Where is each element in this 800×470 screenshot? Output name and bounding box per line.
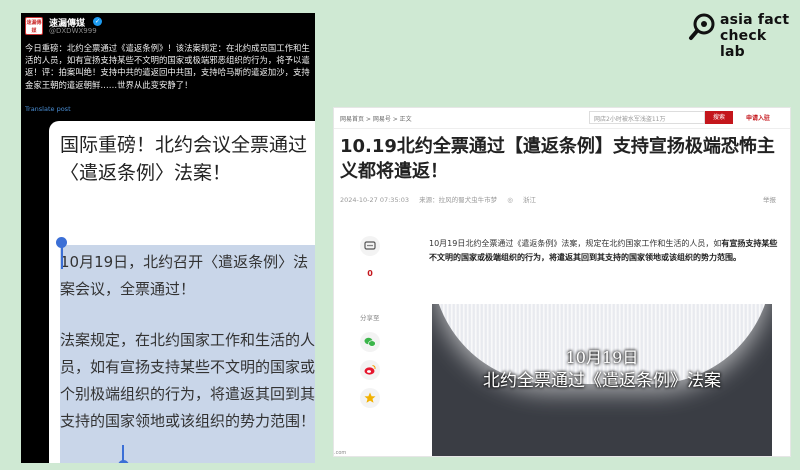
account-handle[interactable]: @DXDWX999 (49, 27, 97, 35)
header-divider (334, 128, 790, 129)
video-thumbnail[interactable]: 10月19日 北约全票通过《遣返条例》法案 (432, 304, 772, 456)
wechat-icon[interactable] (360, 332, 380, 352)
video-title-caption: 北约全票通过《遣返条例》法案 (483, 371, 721, 391)
comment-icon[interactable] (360, 236, 380, 256)
article-location: 浙江 (522, 196, 536, 204)
card-paragraph-2: 法案规定，在北约国家工作和生活的人员，如有宣扬支持某些不文明的国家或个别极端组织… (60, 331, 315, 430)
magnifier-check-icon (689, 13, 715, 40)
weibo-icon[interactable] (360, 360, 380, 380)
card-title: 国际重磅！北约会议全票通过〈遣返条例〉法案！ (60, 134, 308, 184)
article-source[interactable]: 来源：拉风的蜀犬虫牛市梦 (419, 196, 497, 204)
count-icon[interactable]: 0 (360, 264, 380, 284)
footer-url: .com (334, 450, 347, 456)
article-meta: 2024-10-27 07:35:03 来源：拉风的蜀犬虫牛市梦 ◎ 浙江 (340, 194, 780, 204)
publish-datetime: 2024-10-27 07:35:03 (340, 196, 410, 204)
location-icon: ◎ (507, 196, 513, 204)
star-icon[interactable] (360, 388, 380, 408)
selection-caret-start (61, 245, 63, 269)
tweet-image-card[interactable]: 国际重磅！北约会议全票通过〈遣返条例〉法案！ 10月19日，北约召开〈遣返条例〉… (49, 121, 315, 463)
brand-text: asia fact check lab (720, 12, 794, 60)
tweet-text: 今日重磅：北约全票通过《遣返条例》！该法案规定：在北约成员国工作和生活的人员，如… (25, 43, 310, 90)
video-date-caption: 10月19日 (565, 348, 639, 367)
search-input[interactable]: 网店2小时被水军浅盗11万 (589, 111, 705, 124)
search-button[interactable]: 搜索 (705, 111, 733, 124)
avatar[interactable]: 速漏傳媒 (25, 17, 43, 35)
report-link[interactable]: 举报 (763, 194, 776, 204)
article-screenshot: 网易首页 > 网易号 > 正文 网店2小时被水军浅盗11万 搜索 申请入驻 10… (333, 107, 791, 457)
asia-fact-check-lab-logo: asia fact check lab (688, 10, 794, 60)
apply-link[interactable]: 申请入驻 (746, 113, 770, 122)
brand-line-1: asia fact (720, 12, 790, 28)
article-lead: 10月19日北约全票通过《遣返条例》法案，规定在北约国家工作和生活的人员，如有宣… (429, 237, 779, 265)
brand-line-2: check lab (720, 28, 767, 60)
tweet-screenshot: 速漏傳媒 速漏傳媒 ✓ @DXDWX999 今日重磅：北约全票通过《遣返条例》！… (21, 13, 315, 463)
card-paragraph-1: 10月19日，北约召开〈遣返条例〉法案会议，全票通过！ (60, 253, 309, 298)
share-label: 分享至 (360, 314, 380, 322)
lead-text: 10月19日北约全票通过《遣返条例》法案，规定在北约国家工作和生活的人员，如 (429, 239, 722, 248)
selection-handle-start[interactable] (56, 237, 67, 248)
verified-badge-icon: ✓ (93, 17, 102, 26)
article-title: 10.19北约全票通过【遣返条例】支持宣扬极端恐怖主义都将遣返！ (340, 136, 775, 182)
breadcrumb[interactable]: 网易首页 > 网易号 > 正文 (340, 114, 412, 123)
translate-post-link[interactable]: Translate post (25, 105, 71, 113)
